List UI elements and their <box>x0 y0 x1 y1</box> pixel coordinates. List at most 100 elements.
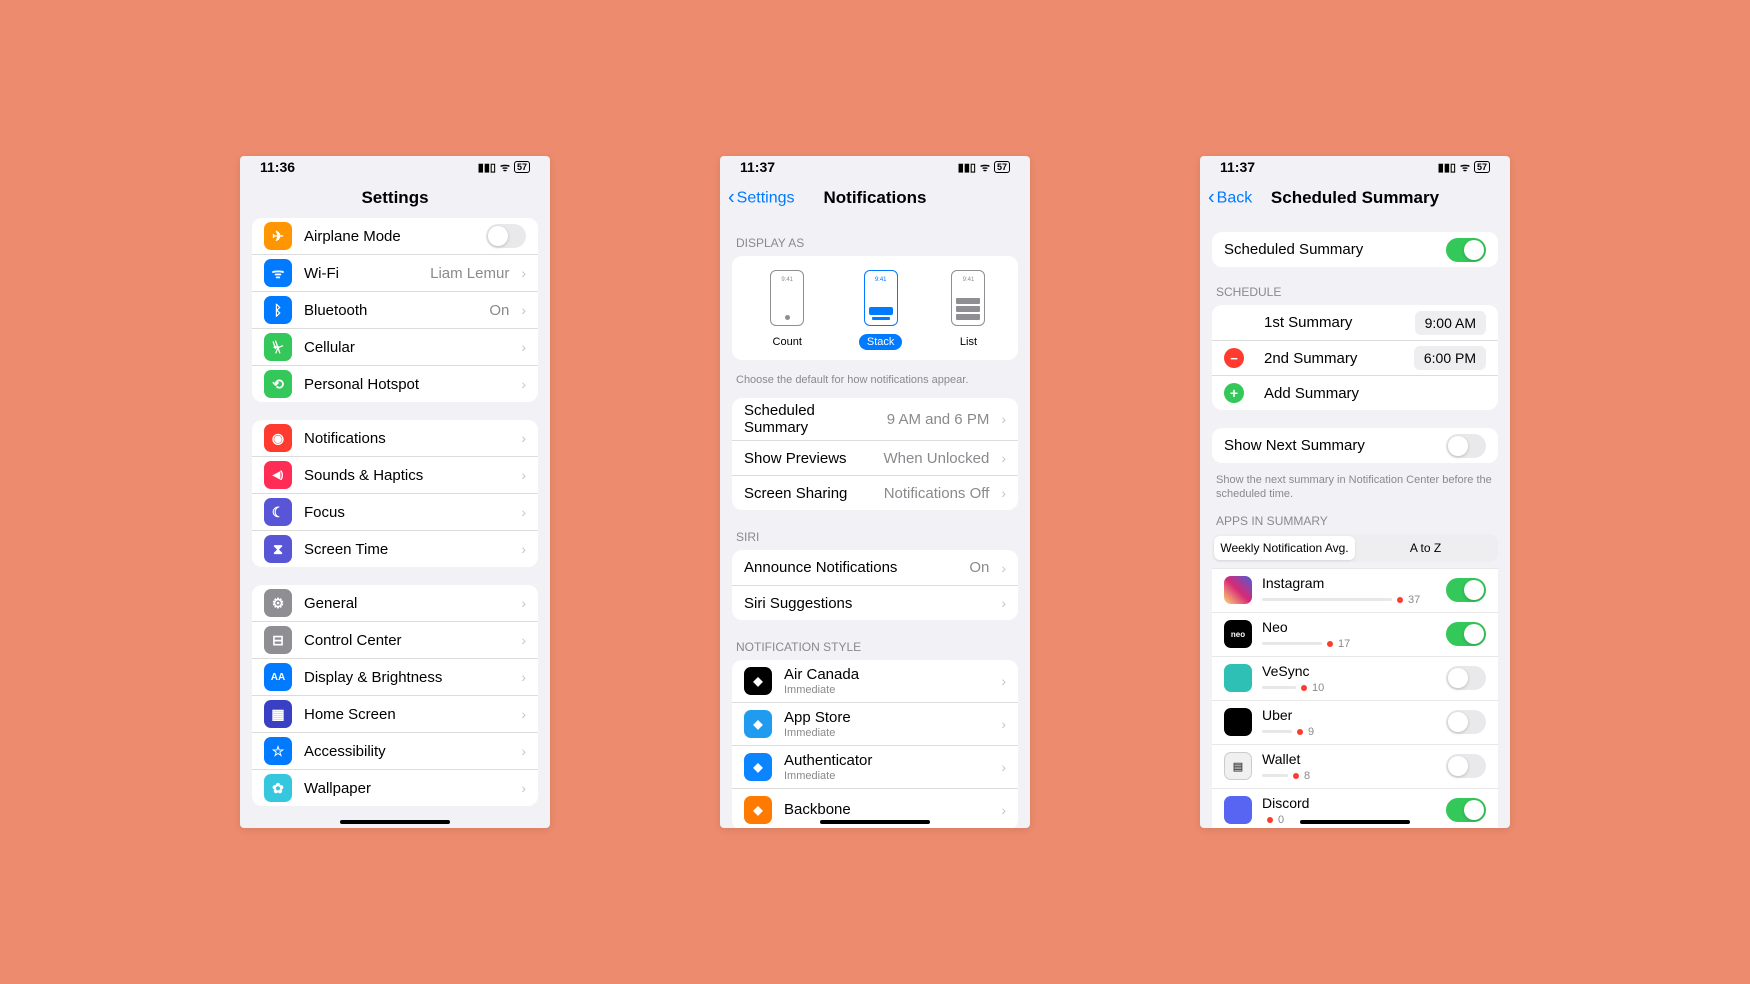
row-label: Focus <box>304 504 509 521</box>
row-sublabel: Immediate <box>784 770 989 782</box>
summary-row[interactable]: 1st Summary 9:00 AM <box>1212 305 1498 340</box>
back-button[interactable]: ‹ Settings <box>728 187 794 210</box>
display-option-count[interactable]: 9:41Count <box>765 270 810 350</box>
settings-row-wallpaper[interactable]: ✿Wallpaper› <box>252 769 538 806</box>
display-option-stack[interactable]: 9:41Stack <box>859 270 903 350</box>
home-indicator[interactable] <box>820 820 930 824</box>
settings-row-cellular[interactable]: ⏧Cellular› <box>252 328 538 365</box>
row-screen-sharing[interactable]: Screen SharingNotifications Off› <box>732 475 1018 510</box>
segment-weekly-notification-avg-[interactable]: Weekly Notification Avg. <box>1214 536 1355 560</box>
scheduled-summary-toggle[interactable] <box>1446 238 1486 262</box>
status-time: 11:37 <box>740 159 775 175</box>
chevron-right-icon: › <box>1001 450 1006 466</box>
app-toggle[interactable] <box>1446 798 1486 822</box>
row-label: Backbone <box>784 801 989 818</box>
show-next-toggle[interactable] <box>1446 434 1486 458</box>
app-toggle[interactable] <box>1446 666 1486 690</box>
home-screen-icon: ▦ <box>264 700 292 728</box>
sort-segmented-control[interactable]: Weekly Notification Avg.A to Z <box>1212 534 1498 562</box>
chevron-right-icon: › <box>1001 411 1006 427</box>
chevron-right-icon: › <box>521 780 526 796</box>
app-row-neo: neoNeo17 <box>1212 612 1498 656</box>
back-label: Back <box>1217 189 1253 207</box>
row-label: Bluetooth <box>304 302 477 319</box>
bluetooth-icon: ᛒ <box>264 296 292 324</box>
focus-icon: ☾ <box>264 498 292 526</box>
row-label: Wallpaper <box>304 780 509 797</box>
chevron-right-icon: › <box>521 376 526 392</box>
settings-row-focus[interactable]: ☾Focus› <box>252 493 538 530</box>
chevron-right-icon: › <box>1001 759 1006 775</box>
settings-row-sounds-haptics[interactable]: ◀)Sounds & Haptics› <box>252 456 538 493</box>
chevron-right-icon: › <box>521 595 526 611</box>
status-bar: 11:36 ▮▮▯ ᯤ 57 <box>240 156 550 178</box>
row-label: Authenticator <box>784 752 989 769</box>
home-indicator[interactable] <box>340 820 450 824</box>
app-icon <box>1224 664 1252 692</box>
app-row-uber: Uber9 <box>1212 700 1498 744</box>
airplane-mode-toggle[interactable] <box>486 224 526 248</box>
row-announce-notifications[interactable]: Announce NotificationsOn› <box>732 550 1018 585</box>
add-summary-row[interactable]: +Add Summary <box>1212 375 1498 410</box>
status-icons: ▮▮▯ ᯤ 57 <box>1438 160 1490 175</box>
option-label: List <box>952 334 985 350</box>
settings-row-home-screen[interactable]: ▦Home Screen› <box>252 695 538 732</box>
summary-label: 1st Summary <box>1264 314 1403 331</box>
app-toggle[interactable] <box>1446 710 1486 734</box>
summary-time[interactable]: 9:00 AM <box>1415 311 1486 335</box>
row-authenticator[interactable]: ◆AuthenticatorImmediate› <box>732 745 1018 788</box>
row-label: Screen Sharing <box>744 485 872 502</box>
chevron-right-icon: › <box>521 706 526 722</box>
chevron-right-icon: › <box>1001 802 1006 818</box>
row-scheduled-summary[interactable]: Scheduled Summary 9 AM and 6 PM › <box>732 398 1018 440</box>
section-header-siri: Siri <box>720 528 1030 550</box>
chevron-right-icon: › <box>521 632 526 648</box>
row-app-store[interactable]: ◆App StoreImmediate› <box>732 702 1018 745</box>
mini-phone-preview: 9:41 <box>951 270 985 326</box>
app-row-instagram: Instagram37 <box>1212 568 1498 612</box>
row-show-previews[interactable]: Show PreviewsWhen Unlocked› <box>732 440 1018 475</box>
row-value: On <box>969 559 989 576</box>
settings-row-control-center[interactable]: ⊟Control Center› <box>252 621 538 658</box>
chevron-right-icon: › <box>521 302 526 318</box>
back-button[interactable]: ‹ Back <box>1208 187 1252 210</box>
row-label: Notifications <box>304 430 509 447</box>
row-siri-suggestions[interactable]: Siri Suggestions› <box>732 585 1018 620</box>
app-name: Neo <box>1262 619 1436 635</box>
row-value: 9 AM and 6 PM <box>887 411 990 428</box>
app-toggle[interactable] <box>1446 754 1486 778</box>
row-value: Notifications Off <box>884 485 990 502</box>
chevron-right-icon: › <box>1001 560 1006 576</box>
chevron-right-icon: › <box>1001 673 1006 689</box>
option-label: Count <box>765 334 810 350</box>
sounds-haptics-icon: ◀) <box>264 461 292 489</box>
control-center-icon: ⊟ <box>264 626 292 654</box>
settings-row-bluetooth[interactable]: ᛒBluetoothOn› <box>252 291 538 328</box>
settings-row-accessibility[interactable]: ☆Accessibility› <box>252 732 538 769</box>
delete-icon[interactable]: − <box>1224 348 1244 368</box>
app-row-wallet: ▤Wallet8 <box>1212 744 1498 788</box>
segment-a-to-z[interactable]: A to Z <box>1355 536 1496 560</box>
settings-row-airplane-mode[interactable]: ✈Airplane Mode <box>252 218 538 254</box>
settings-row-screen-time[interactable]: ⧗Screen Time› <box>252 530 538 567</box>
home-indicator[interactable] <box>1300 820 1410 824</box>
status-icons: ▮▮▯ ᯤ 57 <box>478 160 530 175</box>
app-toggle[interactable] <box>1446 622 1486 646</box>
chevron-right-icon: › <box>521 669 526 685</box>
settings-row-general[interactable]: ⚙General› <box>252 585 538 621</box>
show-next-row: Show Next Summary <box>1212 428 1498 463</box>
settings-group-general: ⚙General›⊟Control Center›AADisplay & Bri… <box>252 585 538 806</box>
section-header-apps: Apps in Summary <box>1200 514 1510 534</box>
settings-row-personal-hotspot[interactable]: ⟲Personal Hotspot› <box>252 365 538 402</box>
display-option-list[interactable]: 9:41 List <box>951 270 985 350</box>
app-toggle[interactable] <box>1446 578 1486 602</box>
battery-icon: 57 <box>514 161 530 173</box>
settings-row-display-brightness[interactable]: AADisplay & Brightness› <box>252 658 538 695</box>
summary-row[interactable]: −2nd Summary6:00 PM <box>1212 340 1498 375</box>
settings-row-wi-fi[interactable]: ᯤWi-FiLiam Lemur› <box>252 254 538 291</box>
settings-row-notifications[interactable]: ◉Notifications› <box>252 420 538 456</box>
summary-time[interactable]: 6:00 PM <box>1414 346 1486 370</box>
row-air-canada[interactable]: ◆Air CanadaImmediate› <box>732 660 1018 702</box>
wi-fi-icon: ᯤ <box>264 259 292 287</box>
row-label: Scheduled Summary <box>744 402 875 436</box>
